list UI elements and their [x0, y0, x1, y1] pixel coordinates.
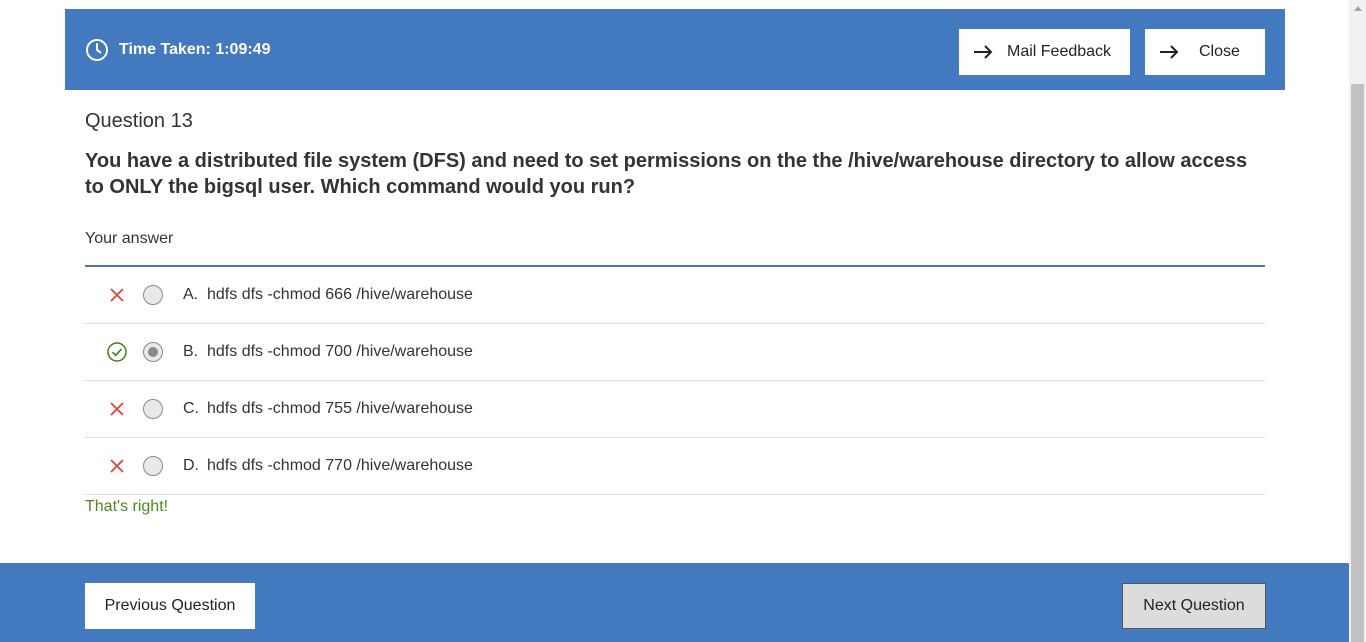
- option-text: hdfs dfs -chmod 770 /hive/warehouse: [207, 457, 473, 474]
- footer-bar: Previous Question Next Question: [0, 563, 1349, 642]
- option-d[interactable]: D. hdfs dfs -chmod 770 /hive/warehouse: [85, 438, 1265, 495]
- x-icon: [110, 402, 124, 416]
- your-answer-label: Your answer: [85, 230, 174, 247]
- timer: Time Taken: 1:09:49: [85, 38, 270, 62]
- options-list: A. hdfs dfs -chmod 666 /hive/warehouse B…: [85, 267, 1265, 495]
- close-label: Close: [1199, 43, 1240, 60]
- timer-text: Time Taken: 1:09:49: [119, 41, 271, 58]
- scrollbar[interactable]: [1349, 0, 1366, 642]
- option-a[interactable]: A. hdfs dfs -chmod 666 /hive/warehouse: [85, 267, 1265, 324]
- arrow-right-icon: [1160, 45, 1179, 59]
- radio-button-selected[interactable]: [143, 342, 163, 362]
- option-text: hdfs dfs -chmod 666 /hive/warehouse: [207, 286, 473, 303]
- arrow-right-icon: [974, 45, 993, 59]
- check-circle-icon: [107, 342, 127, 362]
- option-c[interactable]: C. hdfs dfs -chmod 755 /hive/warehouse: [85, 381, 1265, 438]
- option-letter: C.: [183, 400, 199, 417]
- option-text: hdfs dfs -chmod 700 /hive/warehouse: [207, 343, 473, 360]
- mail-feedback-label: Mail Feedback: [1007, 43, 1112, 60]
- clock-icon: [86, 39, 108, 61]
- option-b[interactable]: B. hdfs dfs -chmod 700 /hive/warehouse: [85, 324, 1265, 381]
- option-letter: D.: [183, 457, 199, 474]
- scroll-up-arrow-icon[interactable]: [1354, 6, 1362, 11]
- feedback-message: That's right!: [85, 498, 169, 515]
- x-icon: [110, 288, 124, 302]
- x-icon: [110, 459, 124, 473]
- close-button[interactable]: Close: [1145, 29, 1265, 75]
- question-number: Question 13: [85, 110, 193, 132]
- question-text: You have a distributed file system (DFS)…: [85, 150, 1248, 198]
- radio-button[interactable]: [143, 456, 163, 476]
- next-question-button[interactable]: Next Question: [1122, 583, 1266, 629]
- option-letter: B.: [183, 343, 199, 360]
- radio-button[interactable]: [143, 399, 163, 419]
- previous-question-button[interactable]: Previous Question: [85, 583, 255, 629]
- radio-button[interactable]: [143, 285, 163, 305]
- header-bar: Time Taken: 1:09:49 Mail Feedback Close: [65, 9, 1285, 90]
- mail-feedback-button[interactable]: Mail Feedback: [959, 29, 1130, 75]
- option-letter: A.: [183, 286, 199, 303]
- scrollbar-thumb[interactable]: [1351, 84, 1364, 642]
- option-text: hdfs dfs -chmod 755 /hive/warehouse: [207, 400, 473, 417]
